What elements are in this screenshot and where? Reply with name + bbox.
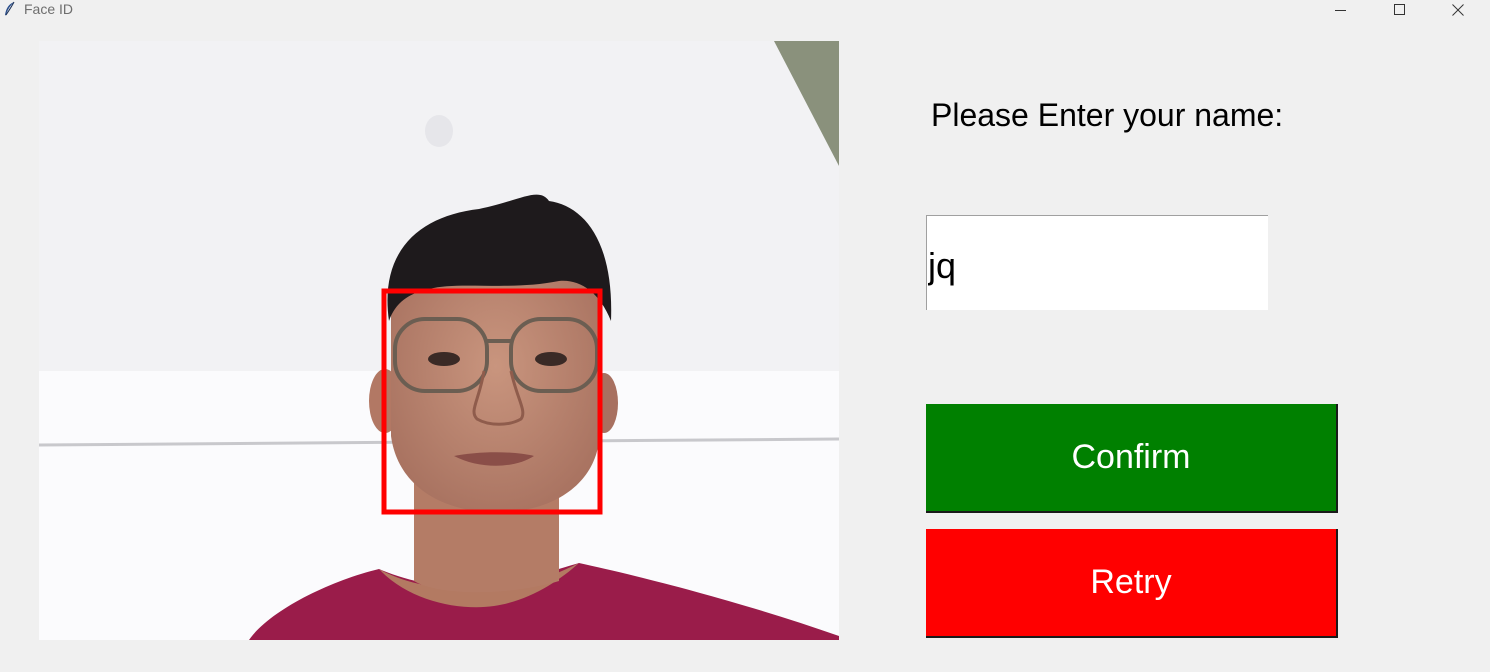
feather-icon: [3, 1, 17, 17]
close-button[interactable]: [1429, 0, 1487, 20]
title-bar: Face ID: [0, 0, 1490, 20]
minimize-icon: [1335, 4, 1347, 16]
close-icon: [1452, 4, 1464, 16]
camera-feed: [39, 41, 839, 640]
minimize-button[interactable]: [1312, 0, 1370, 20]
maximize-icon: [1394, 4, 1406, 16]
confirm-button-label: Confirm: [1071, 438, 1191, 476]
confirm-button[interactable]: Confirm: [926, 404, 1338, 513]
face-id-window: Face ID Please Enter your name: jq Confi…: [0, 0, 1490, 672]
retry-button-label: Retry: [1090, 563, 1172, 601]
name-input[interactable]: [926, 215, 1268, 310]
maximize-button[interactable]: [1371, 0, 1429, 20]
name-prompt-label: Please Enter your name:: [931, 97, 1284, 133]
window-title: Face ID: [24, 1, 74, 17]
retry-button[interactable]: Retry: [926, 529, 1338, 638]
